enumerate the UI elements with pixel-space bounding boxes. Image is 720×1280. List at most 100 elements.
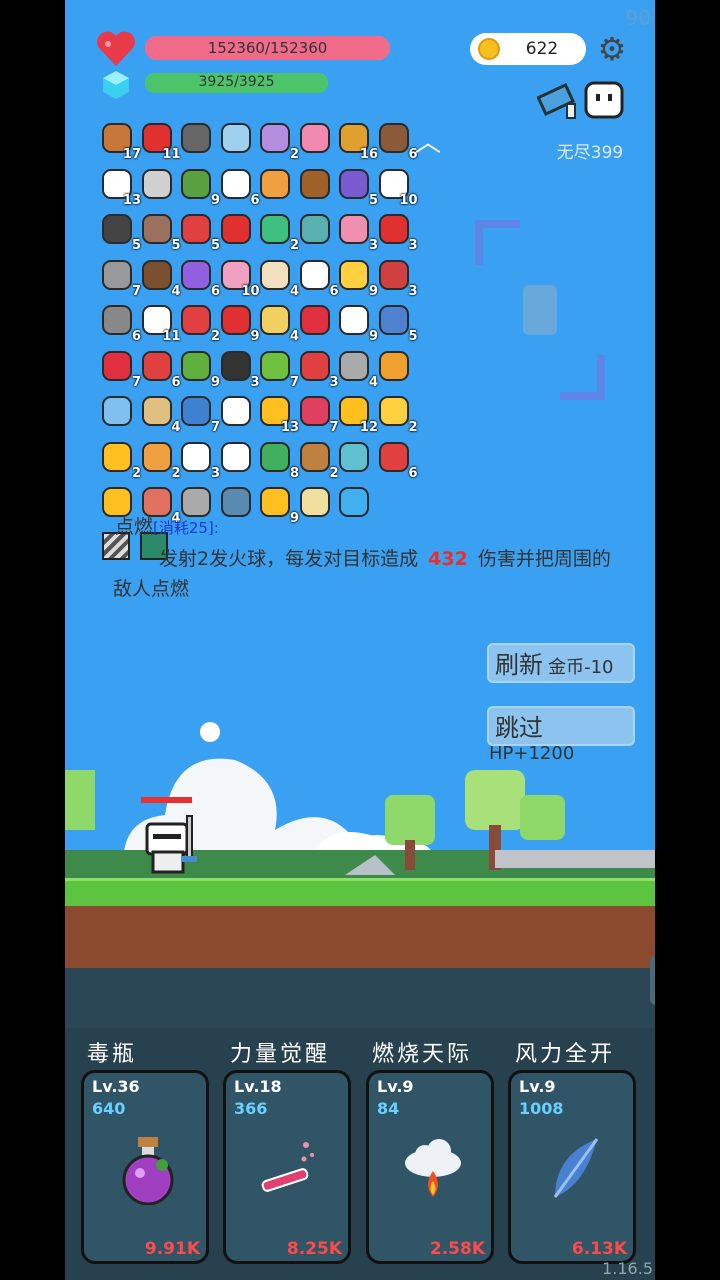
crystal-ball-icon — [181, 259, 211, 290]
inventory-item[interactable] — [218, 211, 256, 249]
inventory-item[interactable]: 4 — [139, 393, 181, 435]
inventory-item[interactable]: 2 — [376, 393, 418, 435]
chat-icon — [220, 441, 251, 472]
inventory-item[interactable] — [376, 348, 414, 386]
inventory-item[interactable]: 2 — [297, 439, 339, 481]
inventory-item[interactable]: 5 — [99, 211, 141, 253]
chest-icon — [299, 168, 330, 199]
inventory-item[interactable] — [297, 120, 335, 158]
inventory-item[interactable]: 2 — [178, 302, 220, 344]
inventory-item[interactable]: 7 — [178, 393, 220, 435]
skill-level: Lv.9 — [519, 1077, 556, 1096]
inventory-item[interactable]: 9 — [218, 302, 260, 344]
inventory-item[interactable]: 6 — [376, 120, 418, 162]
inventory-item[interactable]: 13 — [99, 166, 141, 208]
inventory-item[interactable] — [297, 484, 335, 522]
target-frame-icon — [475, 220, 605, 400]
inventory-item[interactable]: 6 — [218, 166, 260, 208]
red-shield-icon — [378, 259, 409, 290]
inventory-item[interactable]: 13 — [257, 393, 299, 435]
ring-icon — [102, 441, 132, 472]
inventory-item[interactable] — [297, 211, 335, 249]
inventory-item[interactable]: 7 — [99, 257, 141, 299]
potion-green-icon — [260, 214, 290, 244]
skill-card-burning-sky[interactable]: Lv.9 84 2.58K — [366, 1070, 494, 1264]
ghost-icon — [220, 168, 251, 199]
inventory-item[interactable]: 2 — [99, 439, 141, 481]
inventory-item[interactable]: 2 — [257, 211, 299, 253]
apple-icon — [220, 305, 251, 335]
gem-icon — [339, 487, 369, 517]
inventory-item[interactable]: 5 — [376, 302, 418, 344]
inventory-item[interactable]: 6 — [178, 257, 220, 299]
inventory-item[interactable]: 10 — [218, 257, 260, 299]
settings-gear-icon[interactable]: ⚙ — [595, 32, 629, 66]
inventory-item[interactable] — [336, 439, 374, 477]
inventory-item[interactable]: 2 — [257, 120, 299, 162]
shield-star-icon — [260, 123, 290, 153]
ghost-pet-icon[interactable] — [583, 80, 625, 120]
inventory-item[interactable]: 9 — [336, 302, 378, 344]
inventory-item[interactable]: 11 — [139, 120, 181, 162]
inventory-item[interactable]: 3 — [178, 439, 220, 481]
inventory-item[interactable]: 9 — [336, 257, 378, 299]
inventory-item[interactable]: 4 — [336, 348, 378, 390]
gift-icon — [141, 350, 172, 381]
inventory-item[interactable]: 5 — [336, 166, 378, 208]
inventory-item[interactable]: 6 — [376, 439, 418, 481]
item-count: 3 — [408, 238, 418, 253]
inventory-item[interactable]: 4 — [139, 257, 181, 299]
inventory-item[interactable] — [297, 302, 335, 340]
version-label: 1.16.5 — [602, 1259, 653, 1278]
bow-icon — [299, 441, 330, 472]
inventory-item[interactable] — [257, 166, 295, 204]
cabbage-icon — [181, 350, 211, 381]
inventory-item[interactable]: 12 — [336, 393, 378, 435]
inventory-item[interactable] — [178, 120, 216, 158]
inventory-item[interactable] — [99, 393, 137, 431]
inventory-item[interactable]: 9 — [178, 348, 220, 390]
clipboard-icon — [181, 441, 211, 472]
inventory-item[interactable] — [218, 120, 256, 158]
inventory-item[interactable]: 2 — [139, 439, 181, 481]
inventory-item[interactable] — [139, 166, 177, 204]
inventory-item[interactable]: 11 — [139, 302, 181, 344]
inventory-item[interactable]: 3 — [376, 211, 418, 253]
inventory-item[interactable]: 3 — [336, 211, 378, 253]
refresh-button[interactable]: 刷新 金币-10 — [487, 643, 635, 683]
inventory-item[interactable]: 3 — [376, 257, 418, 299]
inventory-item[interactable]: 17 — [99, 120, 141, 162]
collapse-caret-icon[interactable]: ︿ — [415, 122, 441, 159]
inventory-item[interactable]: 6 — [297, 257, 339, 299]
inventory-item[interactable]: 9 — [257, 484, 299, 526]
skill-card-poison[interactable]: Lv.36 640 9.91K — [81, 1070, 209, 1264]
meteor-icon — [378, 350, 409, 381]
fish-flag-icon[interactable] — [537, 80, 581, 120]
skill-card-wind[interactable]: Lv.9 1008 6.13K — [508, 1070, 636, 1264]
inventory-item[interactable]: 4 — [257, 257, 299, 299]
inventory-item[interactable]: 16 — [336, 120, 378, 162]
inventory-item[interactable]: 3 — [297, 348, 339, 390]
inventory-item[interactable]: 6 — [99, 302, 141, 344]
inventory-item[interactable] — [218, 484, 256, 522]
inventory-item[interactable]: 7 — [99, 348, 141, 390]
inventory-item[interactable]: 5 — [178, 211, 220, 253]
inventory-item[interactable]: 7 — [297, 393, 339, 435]
bubble-icon — [102, 396, 132, 426]
inventory-item[interactable]: 5 — [139, 211, 181, 253]
inventory-item[interactable]: 4 — [257, 302, 299, 344]
inventory-item[interactable]: 10 — [376, 166, 418, 208]
inventory-item[interactable]: 3 — [218, 348, 260, 390]
inventory-item[interactable] — [297, 166, 335, 204]
mushroom-icon — [378, 214, 409, 244]
inventory-item[interactable] — [336, 484, 374, 522]
inventory-item[interactable]: 8 — [257, 439, 299, 481]
inventory-item[interactable]: 7 — [257, 348, 299, 390]
skill-card-power[interactable]: Lv.18 366 8.25K — [223, 1070, 351, 1264]
inventory-item[interactable]: 6 — [139, 348, 181, 390]
game-screen: 90 152360/152360 3925/3925 622 ⚙ 无尽399 1 — [65, 0, 655, 1280]
wave-badge[interactable]: 3 — [650, 955, 655, 1005]
inventory-item[interactable] — [218, 393, 256, 431]
inventory-item[interactable]: 9 — [178, 166, 220, 208]
inventory-item[interactable] — [218, 439, 256, 477]
